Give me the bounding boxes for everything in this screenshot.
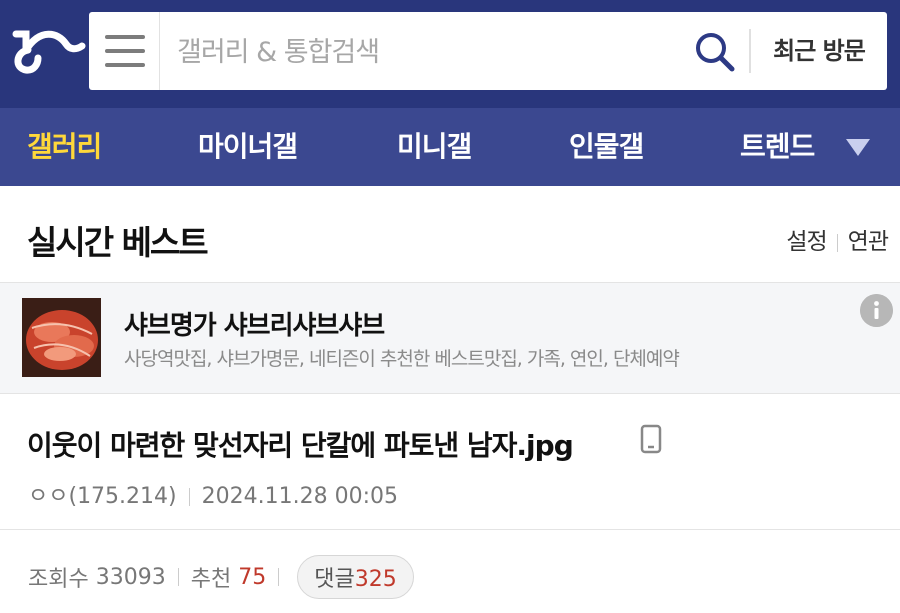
menu-button[interactable] bbox=[89, 12, 160, 90]
divider bbox=[188, 488, 190, 506]
dc-logo[interactable] bbox=[10, 20, 86, 80]
tab-gallery[interactable]: 갤러리 bbox=[27, 108, 102, 186]
comments-count: 325 bbox=[354, 567, 397, 592]
search-icon[interactable] bbox=[693, 30, 737, 74]
related-link[interactable]: 연관 bbox=[848, 229, 889, 255]
gallery-nav: 갤러리 마이너갤 미니갤 인물갤 트렌드 bbox=[0, 108, 900, 186]
chevron-down-icon[interactable] bbox=[844, 136, 872, 158]
ad-description: 사당역맛집, 샤브가명문, 네티즌이 추천한 베스트맛집, 가족, 연인, 단체… bbox=[124, 348, 680, 370]
settings-link[interactable]: 설정 bbox=[786, 229, 827, 255]
post-datetime: 2024.11.28 00:05 bbox=[201, 484, 398, 509]
section-links: 설정 연관 bbox=[786, 222, 889, 256]
info-icon[interactable] bbox=[860, 294, 893, 327]
divider bbox=[836, 233, 838, 252]
divider bbox=[177, 568, 179, 586]
post-title[interactable]: 이웃이 마련한 맞선자리 단칼에 파토낸 남자.jpg bbox=[27, 424, 574, 464]
ad-thumbnail bbox=[22, 298, 101, 377]
ad-title[interactable]: 샤브명가 샤브리샤브샤브 bbox=[124, 305, 385, 342]
tab-minor-gallery[interactable]: 마이너갤 bbox=[198, 108, 298, 186]
search-box: 최근 방문 bbox=[89, 12, 887, 90]
comments-label: 댓글 bbox=[314, 567, 355, 592]
top-bar: 최근 방문 bbox=[0, 0, 900, 108]
views-count: 33093 bbox=[95, 564, 166, 590]
recommend-label: 추천 bbox=[190, 567, 232, 592]
ad-banner[interactable]: 샤브명가 샤브리샤브샤브 사당역맛집, 샤브가명문, 네티즌이 추천한 베스트맛… bbox=[0, 283, 900, 394]
search-input[interactable] bbox=[177, 32, 677, 72]
tab-mini-gallery[interactable]: 미니갤 bbox=[397, 108, 472, 186]
post-author: ㅇㅇ(175.214) bbox=[28, 484, 177, 509]
section-header: 실시간 베스트 설정 연관 bbox=[0, 186, 900, 283]
views-label: 조회수 bbox=[28, 567, 89, 592]
hamburger-icon bbox=[105, 35, 145, 39]
comments-button[interactable]: 댓글325 bbox=[297, 555, 414, 599]
tab-trend[interactable]: 트렌드 bbox=[740, 108, 815, 186]
page-title: 실시간 베스트 bbox=[27, 223, 209, 262]
divider bbox=[278, 568, 280, 586]
hamburger-icon-line bbox=[105, 49, 145, 53]
recent-visits-button[interactable]: 최근 방문 bbox=[751, 12, 887, 90]
post-stats: 조회수 33093 추천 75 댓글325 bbox=[0, 530, 900, 613]
recommend-count: 75 bbox=[238, 564, 267, 590]
mobile-icon bbox=[640, 424, 662, 454]
post-item[interactable]: 이웃이 마련한 맞선자리 단칼에 파토낸 남자.jpg ㅇㅇ(175.214) 2… bbox=[0, 394, 900, 530]
post-meta: ㅇㅇ(175.214) 2024.11.28 00:05 bbox=[28, 478, 398, 510]
tab-person-gallery[interactable]: 인물갤 bbox=[569, 108, 644, 186]
hamburger-icon-line bbox=[105, 63, 145, 67]
